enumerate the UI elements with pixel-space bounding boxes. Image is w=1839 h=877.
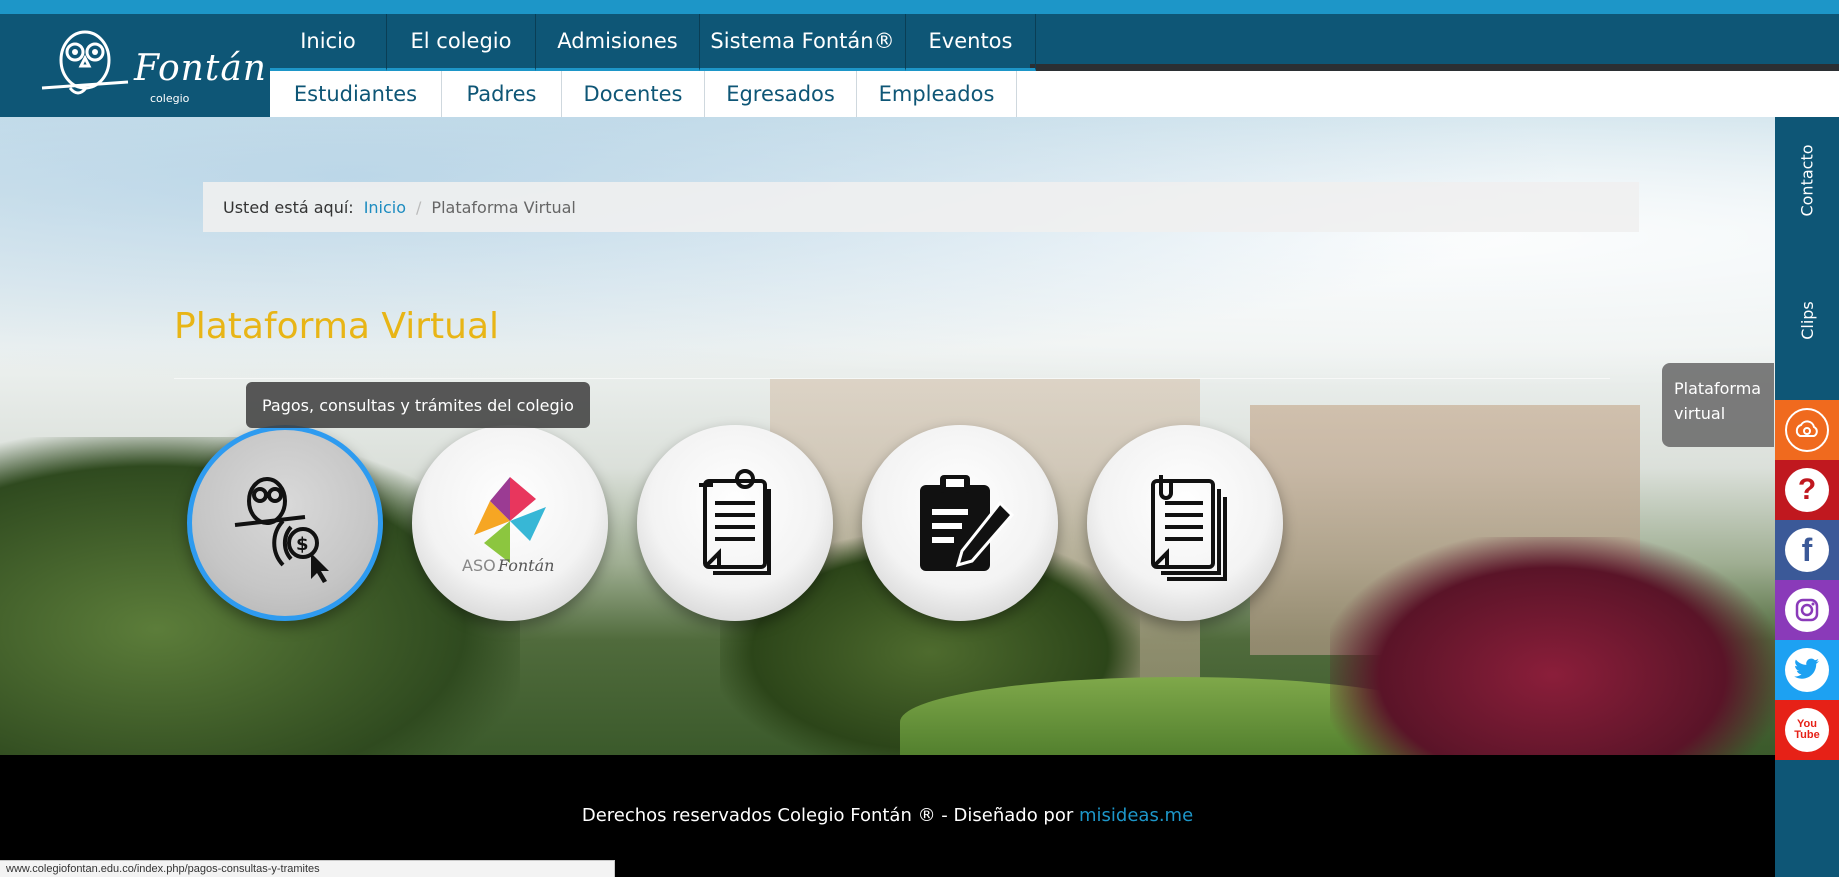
tile-clipboard[interactable] [862, 425, 1058, 621]
nav-docentes[interactable]: Docentes [562, 71, 705, 117]
nav-el-colegio[interactable]: El colegio [387, 14, 536, 71]
nav-egresados[interactable]: Egresados [705, 71, 857, 117]
plataforma-virtual-button[interactable] [1775, 400, 1839, 460]
nav-padres[interactable]: Padres [442, 71, 562, 117]
footer-copyright: Derechos reservados Colegio Fontán ® - D… [0, 805, 1775, 826]
twitter-button[interactable] [1775, 640, 1839, 700]
tile-owl-documents[interactable] [637, 425, 833, 621]
tile-documents[interactable] [1087, 425, 1283, 621]
breadcrumb: Usted está aquí: Inicio / Plataforma Vir… [203, 182, 1639, 232]
title-divider [174, 378, 1610, 379]
footer-text: Derechos reservados Colegio Fontán ® - D… [581, 805, 1074, 826]
status-bar-url: www.colegiofontan.edu.co/index.php/pagos… [0, 860, 615, 877]
breadcrumb-current: Plataforma Virtual [431, 197, 576, 217]
footer-designer-link[interactable]: misideas.me [1079, 805, 1193, 826]
owl-logo-icon [41, 30, 129, 95]
site-logo[interactable]: Fontán colegio [30, 20, 270, 112]
nav-estudiantes[interactable]: Estudiantes [270, 71, 442, 117]
fontan-script: Fontán [497, 556, 554, 575]
sidebar-tooltip: Plataforma virtual [1662, 363, 1774, 447]
nav-admisiones[interactable]: Admisiones [536, 14, 700, 71]
nav-inicio[interactable]: Inicio [270, 14, 387, 71]
tile-tooltip: Pagos, consultas y trámites del colegio [246, 382, 590, 428]
hero-plants [1330, 537, 1775, 755]
sidebar-contacto-tab[interactable]: Contacto [1775, 125, 1839, 235]
header-divider [1030, 64, 1839, 71]
documents-icon [1151, 475, 1227, 581]
breadcrumb-home-link[interactable]: Inicio [364, 198, 406, 217]
instagram-button[interactable] [1775, 580, 1839, 640]
facebook-icon: f [1785, 528, 1829, 572]
question-icon: ? [1785, 468, 1829, 512]
sidebar-clips-label: Clips [1797, 300, 1817, 340]
nav-eventos[interactable]: Eventos [906, 14, 1036, 71]
facebook-button[interactable]: f [1775, 520, 1839, 580]
aso-text: ASO [462, 556, 496, 575]
sidebar-contacto-label: Contacto [1797, 143, 1817, 217]
svg-text:$: $ [296, 534, 309, 555]
tile-aso-fontan[interactable]: ASO Fontán [412, 425, 608, 621]
youtube-button[interactable]: You Tube [1775, 700, 1839, 760]
sidebar-clips-tab[interactable]: Clips [1775, 270, 1839, 370]
logo-subtitle: colegio [150, 92, 190, 105]
tile-pagos-consultas[interactable]: $ [187, 425, 383, 621]
nav-sistema-fontan[interactable]: Sistema Fontán® [700, 14, 906, 71]
instagram-icon [1785, 588, 1829, 632]
sub-nav: Estudiantes Padres Docentes Egresados Em… [270, 71, 1017, 117]
owl-documents-icon [699, 469, 771, 575]
logo-name: Fontán [134, 48, 267, 89]
help-button[interactable]: ? [1775, 460, 1839, 520]
breadcrumb-lead: Usted está aquí: [223, 197, 354, 217]
hero-sky [0, 117, 1775, 417]
page-title: Plataforma Virtual [174, 306, 500, 347]
aso-fontan-pinwheel-icon: ASO Fontán [462, 477, 554, 575]
breadcrumb-separator: / [416, 197, 422, 217]
clipboard-pencil-icon [920, 475, 1015, 571]
twitter-icon [1785, 648, 1829, 692]
header-accent-bar [0, 0, 1839, 14]
owl-payment-icon: $ [234, 477, 329, 583]
cloud-icon [1785, 408, 1829, 452]
youtube-icon: You Tube [1785, 708, 1829, 752]
main-nav: Inicio El colegio Admisiones Sistema Fon… [270, 14, 1036, 71]
nav-empleados[interactable]: Empleados [857, 71, 1017, 117]
